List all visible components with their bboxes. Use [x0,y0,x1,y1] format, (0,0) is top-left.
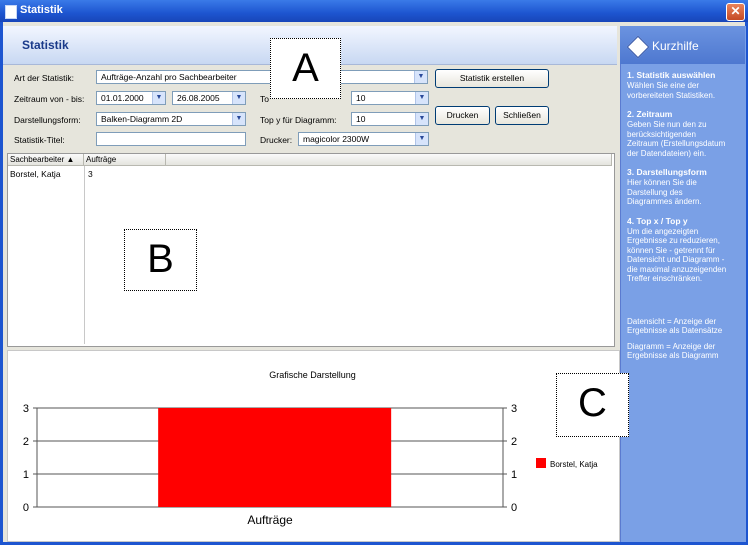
column-header-sachbearbeiter[interactable]: Sachbearbeiter ▲ [8,154,84,166]
help-section-text: Ergebnisse zu reduzieren, [627,236,720,245]
bar [158,408,392,507]
help-section-text: Datensicht und Diagramm - [627,255,725,264]
drucker-label: Drucker: [260,135,293,145]
legend-swatch [536,458,546,468]
close-icon[interactable]: ✕ [726,3,745,21]
top-y-value: 10 [356,114,366,124]
darstellung-value: Balken-Diagramm 2D [101,114,183,124]
art-value: Aufträge-Anzahl pro Sachbearbeiter [101,72,237,82]
column-divider [84,166,85,344]
top-y-select[interactable]: 10 ▼ [351,112,429,126]
top-x-value: 10 [356,93,366,103]
help-section-text: vorbereiteten Statistiken. [627,90,716,100]
chevron-down-icon[interactable]: ▼ [415,113,428,125]
y-tick-label-right: 2 [511,436,517,448]
help-section-heading: 1. Statistik auswählen [627,70,716,80]
chevron-down-icon[interactable]: ▼ [415,133,428,145]
y-tick-label-right: 3 [511,403,517,415]
darstellung-select[interactable]: Balken-Diagramm 2D ▼ [96,112,246,126]
column-header-auftraege[interactable]: Aufträge [84,154,166,166]
help-section-heading: 2. Zeitraum [627,109,673,119]
help-section-text: berücksichtigenden [627,129,696,139]
zeitraum-label: Zeitraum von - bis: [14,94,85,104]
print-button[interactable]: Drucken [435,106,490,125]
page-title: Statistik [22,38,69,52]
title-bar [0,0,748,22]
create-statistic-button[interactable]: Statistik erstellen [435,69,549,88]
chevron-down-icon[interactable]: ▼ [414,71,427,83]
help-section-heading: 4. Top x / Top y [627,215,688,226]
help-note-text: Diagramm = Anzeige der [627,341,716,351]
y-tick-label: 1 [23,469,29,481]
titel-label: Statistik-Titel: [14,135,65,145]
help-section-text: der Datendateien) ein. [627,148,707,158]
date-from-value: 01.01.2000 [101,93,144,103]
row-count-cell[interactable]: 3 [88,169,93,179]
date-to-field[interactable]: 26.08.2005 ▼ [172,91,246,105]
date-from-field[interactable]: 01.01.2000 ▼ [96,91,166,105]
help-section-text: die maximal anzuzeigenden [627,264,727,274]
chevron-down-icon[interactable]: ▼ [232,113,245,125]
x-category-label: Aufträge [247,513,293,527]
help-note-text: Ergebnisse als Diagramm [627,351,719,360]
window-title: Statistik [20,4,63,16]
data-grid[interactable] [7,153,615,347]
chevron-down-icon[interactable]: ▼ [152,92,165,104]
top-x-label: To [260,94,269,104]
help-section-text: Treffer einschränken. [627,274,703,283]
y-tick-label: 2 [23,436,29,448]
window-icon [5,5,17,19]
date-to-value: 26.08.2005 [177,93,220,103]
row-name-cell[interactable]: Borstel, Katja [10,169,61,179]
help-note-text: Datensicht = Anzeige der [627,316,717,326]
drucker-value: magicolor 2300W [303,134,370,144]
drucker-select[interactable]: magicolor 2300W ▼ [298,132,429,146]
marker-a: A [270,38,341,99]
help-section-heading: 3. Darstellungsform [627,167,707,177]
titel-input[interactable] [96,132,246,146]
help-section-text: Geben Sie nun den zu [627,120,707,129]
y-tick-label-right: 1 [511,469,517,481]
art-label: Art der Statistik: [14,73,74,83]
help-note-text: Ergebnisse als Datensätze [627,326,723,335]
chevron-down-icon[interactable]: ▼ [415,92,428,104]
legend-label: Borstel, Katja [550,460,598,469]
y-tick-label-right: 0 [511,502,517,514]
help-section-text: Hier können Sie die [627,178,697,187]
help-section-text: Diagrammes ändern. [627,197,702,206]
top-y-label: Top y für Diagramm: [260,115,337,125]
help-section-text: Darstellung des [627,187,683,197]
column-header-empty [166,154,612,166]
help-section-text: Um die angezeigten [627,226,699,236]
chevron-down-icon[interactable]: ▼ [232,92,245,104]
help-section-text: Zeitraum (Erstellungsdatum [627,139,726,148]
bar-chart: 0 0 1 1 2 2 3 3 Aufträge Borstel, Katja [23,403,598,527]
top-x-select[interactable]: 10 ▼ [351,91,429,105]
help-sidebar [620,26,746,542]
help-section-text: Wählen Sie eine der [627,81,700,90]
darstellung-label: Darstellungsform: [14,115,81,125]
art-select[interactable]: Aufträge-Anzahl pro Sachbearbeiter ▼ [96,70,428,84]
y-tick-label: 0 [23,502,29,514]
help-section-text: können Sie - getrennt für [627,245,716,255]
marker-c: C [556,373,629,437]
y-tick-label: 3 [23,403,29,415]
close-button[interactable]: Schließen [495,106,549,125]
help-title: Kurzhilfe [652,39,699,53]
marker-b: B [124,229,197,291]
